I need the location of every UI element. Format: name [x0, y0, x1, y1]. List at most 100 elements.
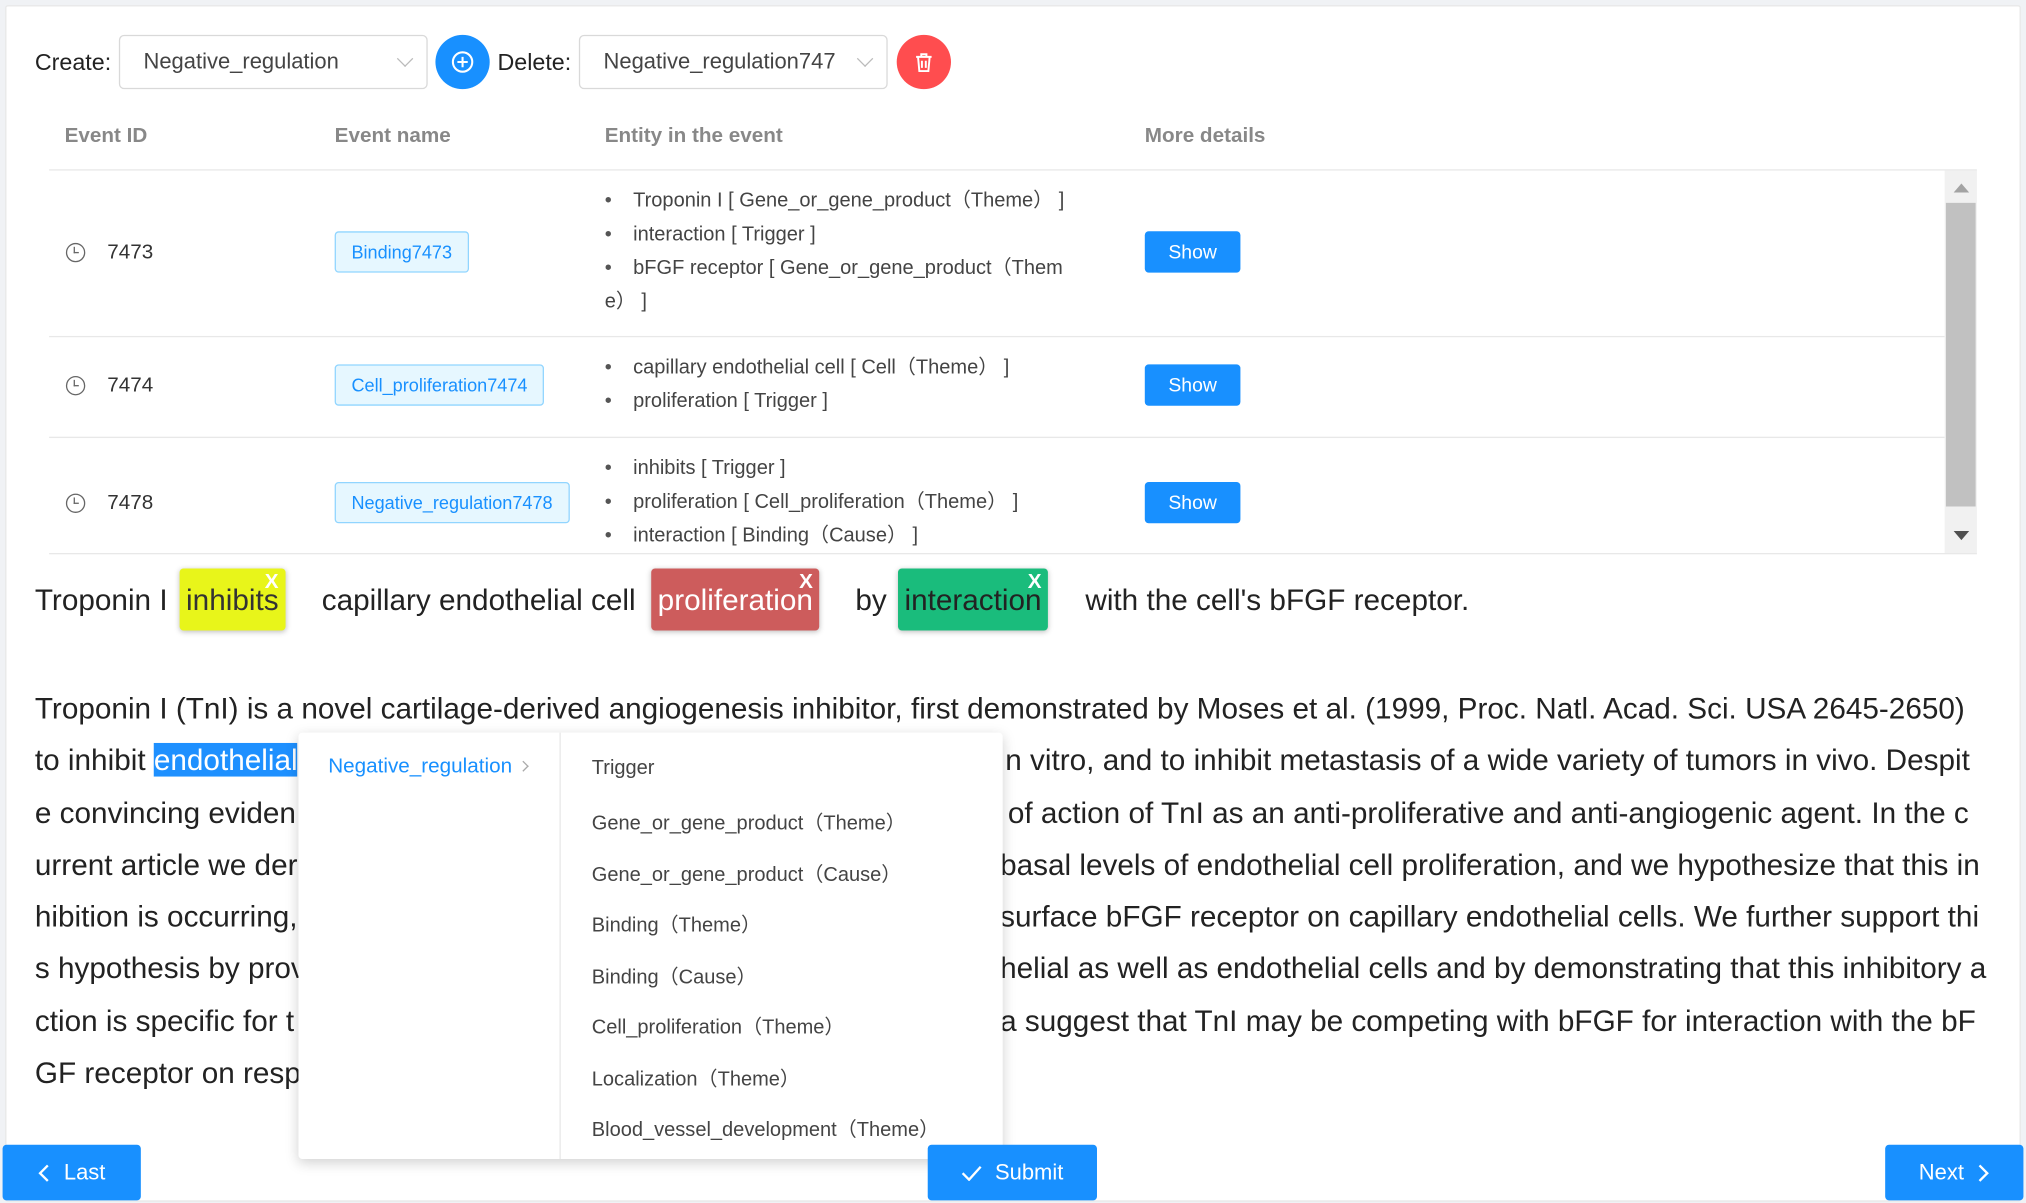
text-segment: e convincing eviden	[34, 795, 296, 830]
entity-item: proliferation [ Trigger ]	[605, 385, 1122, 419]
event-name-tag: Cell_proliferation7474	[334, 364, 545, 406]
create-label: Create:	[34, 48, 112, 75]
toolbar: Create: Negative_regulation Delete: Nega…	[34, 34, 952, 90]
entity-item: interaction [ Binding（Cause） ]	[605, 519, 1122, 553]
cascader-option[interactable]: Gene_or_gene_product（Theme）	[592, 808, 906, 836]
text-segment: n vitro, and to inhibit metastasis of a …	[1005, 743, 1970, 777]
trash-icon	[916, 52, 932, 72]
chevron-down-icon	[396, 50, 414, 68]
show-details-button[interactable]: Show	[1144, 364, 1241, 406]
clock-icon	[65, 493, 86, 513]
remove-highlight-button[interactable]: x	[265, 552, 279, 614]
delete-select-value: Negative_regulation747	[603, 49, 836, 74]
cascader-option[interactable]: Localization（Theme）	[592, 1063, 800, 1091]
event-name-tag: Negative_regulation7478	[334, 481, 570, 524]
highlight-proliferation[interactable]: proliferation x	[651, 568, 820, 631]
sentence-text: by	[855, 582, 887, 617]
entity-item: bFGF receptor [ Gene_or_gene_product（The…	[605, 252, 1122, 286]
entity-item: inhibits [ Trigger ]	[605, 452, 1122, 486]
cascader-option[interactable]: Trigger	[592, 757, 655, 780]
remove-highlight-button[interactable]: x	[799, 552, 813, 614]
remove-highlight-button[interactable]: x	[1028, 552, 1042, 614]
chevron-right-icon	[1978, 1164, 1989, 1182]
sentence-text: capillary endothelial cell	[321, 582, 636, 617]
next-button[interactable]: Next	[1885, 1144, 2024, 1201]
create-select-value: Negative_regulation	[143, 49, 339, 74]
scroll-up-icon[interactable]	[1953, 183, 1970, 193]
annotated-sentence: Troponin I inhibits x capillary endothel…	[34, 568, 1973, 631]
cascader-category-item[interactable]: Negative_regulation	[328, 755, 530, 779]
entity-list: inhibits [ Trigger ] proliferation [ Cel…	[605, 452, 1122, 553]
cascader-option[interactable]: Gene_or_gene_product（Cause）	[592, 859, 902, 887]
event-id: 7478	[107, 492, 154, 515]
column-event-id: Event ID	[64, 125, 148, 148]
entity-list: capillary endothelial cell [ Cell（Theme）…	[605, 351, 1122, 418]
entity-list: Troponin I [ Gene_or_gene_product（Theme）…	[605, 185, 1122, 319]
event-id: 7474	[107, 374, 154, 397]
entity-item-continuation: e） ]	[604, 290, 647, 313]
event-id: 7473	[107, 241, 154, 264]
highlight-label: proliferation	[657, 582, 813, 617]
sentence-text: with the cell's bFGF receptor.	[1085, 582, 1470, 617]
chevron-left-icon	[38, 1164, 50, 1182]
last-button-label: Last	[63, 1159, 106, 1185]
highlight-inhibits[interactable]: inhibits x	[179, 568, 286, 631]
text-line: Troponin I (TnI) is a novel cartilage-de…	[35, 682, 1999, 734]
column-entities: Entity in the event	[604, 125, 783, 148]
table-scrollbar[interactable]	[1944, 170, 1977, 554]
entity-item: Troponin I [ Gene_or_gene_product（Theme）…	[605, 185, 1122, 219]
create-select[interactable]: Negative_regulation	[118, 34, 428, 90]
event-type-cascader: Negative_regulation Trigger Gene_or_gene…	[298, 732, 1003, 1160]
highlight-label: interaction	[904, 582, 1042, 617]
text-segment: helial as well as endothelial cells and …	[1000, 951, 1987, 986]
text-segment: ction is specific for t	[34, 1003, 295, 1038]
table-header: Event ID Event name Entity in the event …	[49, 109, 1977, 171]
delete-label: Delete:	[497, 48, 572, 75]
table-row: 7478 Negative_regulation7478 inhibits [ …	[49, 438, 1945, 554]
chevron-down-icon	[856, 50, 874, 68]
clock-icon	[65, 376, 86, 396]
cascader-category-column: Negative_regulation	[298, 732, 561, 1160]
highlight-interaction[interactable]: interaction x	[898, 568, 1049, 631]
entity-item: interaction [ Trigger ]	[605, 218, 1122, 252]
chevron-right-icon	[518, 760, 530, 772]
scrollbar-thumb[interactable]	[1945, 202, 1976, 507]
event-table: 7473 Binding7473 Troponin I [ Gene_or_ge…	[49, 171, 1977, 555]
cascader-option[interactable]: Blood_vessel_development（Theme）	[592, 1114, 939, 1142]
last-button[interactable]: Last	[2, 1144, 141, 1201]
text-segment: surface bFGF receptor on capillary endot…	[1000, 899, 1980, 934]
table-row: 7474 Cell_proliferation7474 capillary en…	[49, 337, 1945, 439]
text-segment: hibition is occurring,	[34, 899, 298, 934]
add-event-button[interactable]	[435, 34, 490, 90]
text-segment: a suggest that TnI may be competing with…	[1000, 1003, 1976, 1038]
text-segment: s hypothesis by prov	[34, 951, 306, 986]
submit-button[interactable]: Submit	[927, 1144, 1097, 1201]
cascader-option[interactable]: Cell_proliferation（Theme）	[592, 1012, 845, 1040]
column-more-details: More details	[1144, 125, 1266, 148]
text-segment: basal levels of endothelial cell prolife…	[1000, 847, 1980, 882]
text-segment: to inhibit	[34, 743, 154, 777]
cascader-option[interactable]: Binding（Theme）	[592, 910, 761, 938]
column-event-name: Event name	[334, 125, 451, 148]
show-details-button[interactable]: Show	[1144, 231, 1241, 273]
text-segment: GF receptor on resp	[34, 1055, 301, 1090]
selected-text[interactable]: endothelial	[153, 743, 298, 777]
delete-select[interactable]: Negative_regulation747	[578, 34, 888, 90]
category-label: Negative_regulation	[328, 755, 513, 778]
submit-button-label: Submit	[994, 1159, 1064, 1185]
text-segment: Troponin I (TnI) is a novel cartilage-de…	[34, 691, 1965, 725]
check-icon	[961, 1165, 982, 1181]
show-details-button[interactable]: Show	[1144, 481, 1241, 524]
scroll-down-icon[interactable]	[1953, 531, 1970, 541]
next-button-label: Next	[1918, 1159, 1964, 1185]
entity-item: proliferation [ Cell_proliferation（Theme…	[605, 486, 1122, 520]
text-segment: of action of TnI as an anti-proliferativ…	[1007, 795, 1969, 830]
plus-circle-icon	[451, 51, 474, 73]
cascader-option[interactable]: Binding（Cause）	[592, 961, 757, 989]
delete-event-button[interactable]	[896, 34, 952, 90]
sentence-text: Troponin I	[34, 582, 168, 617]
event-name-tag: Binding7473	[334, 231, 469, 273]
entity-item: capillary endothelial cell [ Cell（Theme）…	[605, 351, 1122, 385]
text-segment: urrent article we der	[34, 847, 298, 882]
clock-icon	[65, 242, 86, 263]
